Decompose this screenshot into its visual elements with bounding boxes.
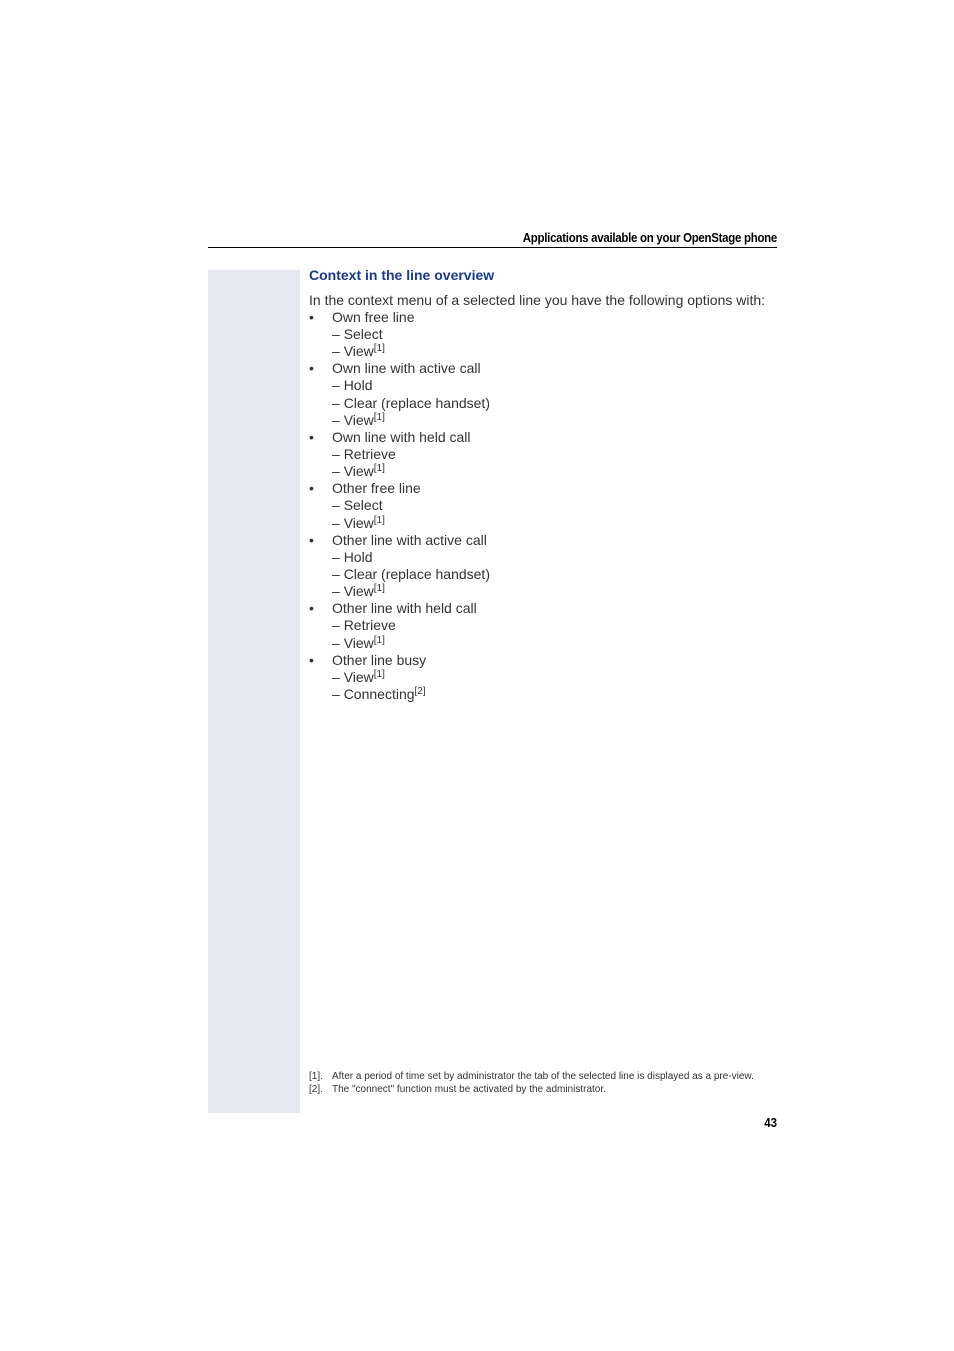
line-type-label: Own line with active call bbox=[332, 360, 481, 377]
option-text: Select bbox=[343, 497, 383, 514]
running-header: Applications available on your OpenStage… bbox=[522, 230, 777, 245]
footnote-ref[interactable]: [1] bbox=[374, 463, 385, 474]
option-item: – View[1] bbox=[332, 343, 779, 360]
option-item: – View[1] bbox=[332, 583, 779, 600]
option-item: – Retrieve bbox=[332, 617, 779, 634]
dash-icon: – bbox=[332, 514, 340, 531]
bullet-icon: • bbox=[309, 600, 314, 617]
option-item: – View[1] bbox=[332, 463, 779, 480]
bullet-icon: • bbox=[309, 651, 314, 668]
main-content: Context in the line overview In the cont… bbox=[309, 266, 779, 703]
option-text: View bbox=[343, 668, 374, 685]
footnote-mark: [2]. bbox=[309, 1084, 323, 1095]
options-list: • Own free line – Select – View[1] • Own line… bbox=[309, 309, 779, 703]
footnote-ref[interactable]: [2] bbox=[415, 686, 426, 697]
section-title: Context in the line overview bbox=[309, 267, 495, 283]
option-sublist: – Retrieve – View[1] bbox=[332, 617, 779, 651]
bullet-icon: • bbox=[309, 309, 314, 325]
option-text: Connecting bbox=[343, 686, 415, 703]
footnote-ref[interactable]: [1] bbox=[374, 412, 385, 423]
footnote-ref[interactable]: [1] bbox=[374, 583, 385, 594]
option-text: Clear (replace handset) bbox=[343, 566, 490, 583]
bullet-icon: • bbox=[309, 531, 314, 548]
dash-icon: – bbox=[332, 583, 340, 600]
option-text: View bbox=[343, 514, 374, 531]
line-type-item: • Own line with active call – Hold – Clear … bbox=[309, 360, 779, 429]
dash-icon: – bbox=[332, 326, 340, 342]
option-sublist: – Select – View[1] bbox=[332, 497, 779, 531]
dash-icon: – bbox=[332, 634, 340, 651]
dash-icon: – bbox=[332, 566, 340, 583]
option-sublist: – Select – View[1] bbox=[332, 326, 779, 360]
line-type-label: Other line with held call bbox=[332, 600, 477, 617]
footnotes: [1]. After a period of time set by admini… bbox=[309, 1070, 779, 1096]
dash-icon: – bbox=[332, 686, 340, 703]
dash-icon: – bbox=[332, 411, 340, 428]
option-item: – View[1] bbox=[332, 635, 779, 652]
dash-icon: – bbox=[332, 548, 340, 565]
option-item: – Hold bbox=[332, 377, 779, 394]
option-text: View bbox=[343, 343, 374, 360]
line-type-item: • Own line with held call – Retrieve – View… bbox=[309, 429, 779, 480]
line-type-label: Own free line bbox=[332, 309, 415, 325]
line-type-label: Other free line bbox=[332, 480, 421, 497]
line-type-label: Own line with held call bbox=[332, 429, 471, 446]
intro-text: In the context menu of a selected line y… bbox=[309, 292, 766, 308]
option-item: – Hold bbox=[332, 549, 779, 566]
footnote-text: The "connect" function must be activated… bbox=[332, 1084, 606, 1095]
dash-icon: – bbox=[332, 463, 340, 480]
line-type-item: • Other line with active call – Hold – Clea… bbox=[309, 532, 779, 601]
dash-icon: – bbox=[332, 377, 340, 394]
option-item: – View[1] bbox=[332, 412, 779, 429]
line-type-item: • Other free line – Select – View[1] bbox=[309, 480, 779, 531]
page-number: 43 bbox=[764, 1115, 777, 1130]
option-text: Retrieve bbox=[343, 617, 396, 634]
bullet-icon: • bbox=[309, 429, 314, 446]
dash-icon: – bbox=[332, 668, 340, 685]
footnote-ref[interactable]: [1] bbox=[374, 343, 385, 354]
line-type-item: • Other line busy – View[1] – Connecting[2] bbox=[309, 652, 779, 703]
option-sublist: – View[1] – Connecting[2] bbox=[332, 669, 779, 703]
dash-icon: – bbox=[332, 343, 340, 360]
footnote-text: After a period of time set by administra… bbox=[332, 1071, 754, 1082]
option-item: – Clear (replace handset) bbox=[332, 566, 779, 583]
option-text: Retrieve bbox=[343, 446, 396, 463]
option-item: – Retrieve bbox=[332, 446, 779, 463]
option-sublist: – Hold – Clear (replace handset) – View[1] bbox=[332, 377, 779, 429]
line-type-item: • Own free line – Select – View[1] bbox=[309, 309, 779, 360]
line-type-label: Other line with active call bbox=[332, 531, 487, 548]
option-text: Hold bbox=[343, 377, 373, 394]
option-sublist: – Retrieve – View[1] bbox=[332, 446, 779, 480]
footnote-mark: [1]. bbox=[309, 1071, 323, 1082]
option-sublist: – Hold – Clear (replace handset) – View[1] bbox=[332, 549, 779, 601]
footnote-ref[interactable]: [1] bbox=[374, 515, 385, 526]
option-item: – Connecting[2] bbox=[332, 686, 779, 703]
option-text: Select bbox=[343, 326, 383, 342]
dash-icon: – bbox=[332, 497, 340, 514]
option-item: – Clear (replace handset) bbox=[332, 395, 779, 412]
option-item: – Select bbox=[332, 326, 779, 343]
bullet-icon: • bbox=[309, 360, 314, 377]
option-text: Hold bbox=[343, 548, 373, 565]
line-type-item: • Other line with held call – Retrieve – Vi… bbox=[309, 600, 779, 651]
margin-sidebar bbox=[208, 270, 300, 1113]
footnote: [2]. The "connect" function must be activ… bbox=[309, 1083, 779, 1096]
footnote: [1]. After a period of time set by admini… bbox=[309, 1070, 779, 1083]
header-rule bbox=[208, 247, 777, 248]
option-text: View bbox=[343, 634, 374, 651]
dash-icon: – bbox=[332, 446, 340, 463]
footnote-ref[interactable]: [1] bbox=[374, 669, 385, 680]
dash-icon: – bbox=[332, 394, 340, 411]
dash-icon: – bbox=[332, 617, 340, 634]
bullet-icon: • bbox=[309, 480, 314, 497]
footnote-ref[interactable]: [1] bbox=[374, 635, 385, 646]
option-item: – Select bbox=[332, 497, 779, 514]
option-text: View bbox=[343, 463, 374, 480]
option-text: Clear (replace handset) bbox=[343, 394, 490, 411]
option-item: – View[1] bbox=[332, 669, 779, 686]
option-item: – View[1] bbox=[332, 515, 779, 532]
line-type-label: Other line busy bbox=[332, 651, 427, 668]
option-text: View bbox=[343, 583, 374, 600]
option-text: View bbox=[343, 411, 374, 428]
